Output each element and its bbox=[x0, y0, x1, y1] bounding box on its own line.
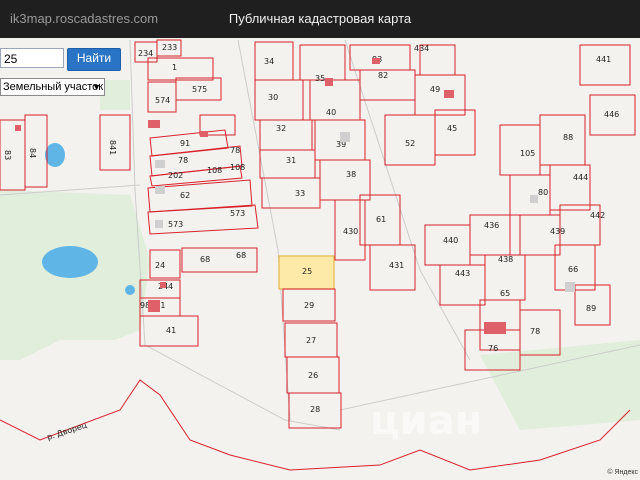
svg-text:27: 27 bbox=[306, 336, 316, 345]
svg-text:68: 68 bbox=[236, 251, 246, 260]
svg-text:83: 83 bbox=[3, 150, 12, 160]
chevron-down-icon: ▼ bbox=[92, 82, 101, 92]
svg-text:108: 108 bbox=[207, 166, 222, 175]
svg-text:78: 78 bbox=[230, 146, 240, 155]
svg-text:49: 49 bbox=[430, 85, 440, 94]
svg-text:440: 440 bbox=[443, 236, 458, 245]
svg-text:68: 68 bbox=[200, 255, 210, 264]
svg-text:233: 233 bbox=[162, 43, 177, 52]
svg-text:52: 52 bbox=[405, 139, 415, 148]
svg-text:28: 28 bbox=[310, 405, 320, 414]
svg-text:89: 89 bbox=[586, 304, 596, 313]
svg-text:105: 105 bbox=[520, 149, 535, 158]
svg-text:32: 32 bbox=[276, 124, 286, 133]
svg-text:573: 573 bbox=[168, 220, 183, 229]
browser-title-bar: ik3map.roscadastres.com Публичная кадаст… bbox=[0, 0, 640, 38]
cadastral-search-input[interactable]: 25 bbox=[0, 48, 64, 68]
svg-text:434: 434 bbox=[414, 44, 429, 53]
svg-text:78: 78 bbox=[178, 156, 188, 165]
svg-text:441: 441 bbox=[596, 55, 611, 64]
find-button[interactable]: Найти bbox=[67, 48, 121, 71]
map-attribution[interactable]: © Яндекс bbox=[607, 469, 638, 476]
svg-text:436: 436 bbox=[484, 221, 499, 230]
cadastral-map[interactable]: р. Дворец 234 233 1 574 575 91 78 78 202… bbox=[0, 38, 640, 480]
page-title: Публичная кадастровая карта bbox=[228, 11, 412, 26]
svg-text:438: 438 bbox=[498, 255, 513, 264]
svg-text:439: 439 bbox=[550, 227, 565, 236]
svg-text:31: 31 bbox=[286, 156, 296, 165]
svg-text:62: 62 bbox=[180, 191, 190, 200]
svg-text:82: 82 bbox=[378, 71, 388, 80]
watermark-text: циан bbox=[370, 398, 483, 444]
svg-text:65: 65 bbox=[500, 289, 510, 298]
svg-text:442: 442 bbox=[590, 211, 605, 220]
svg-text:34: 34 bbox=[264, 57, 274, 66]
svg-text:76: 76 bbox=[488, 344, 498, 353]
svg-text:88: 88 bbox=[563, 133, 573, 142]
svg-text:575: 575 bbox=[192, 85, 207, 94]
object-type-select[interactable]: Земельный участок ▼ bbox=[0, 78, 105, 96]
svg-text:33: 33 bbox=[295, 189, 305, 198]
svg-text:30: 30 bbox=[268, 93, 278, 102]
svg-text:444: 444 bbox=[573, 173, 588, 182]
svg-text:430: 430 bbox=[343, 227, 358, 236]
svg-text:26: 26 bbox=[308, 371, 318, 380]
svg-text:431: 431 bbox=[389, 261, 404, 270]
object-type-select-value: Земельный участок bbox=[3, 81, 104, 93]
svg-text:573: 573 bbox=[230, 209, 245, 218]
svg-text:446: 446 bbox=[604, 110, 619, 119]
svg-text:61: 61 bbox=[376, 215, 386, 224]
svg-text:24: 24 bbox=[155, 261, 165, 270]
svg-text:91: 91 bbox=[180, 139, 190, 148]
svg-text:108: 108 bbox=[230, 163, 245, 172]
selected-parcel-label: 25 bbox=[302, 267, 312, 276]
svg-text:1: 1 bbox=[172, 63, 177, 72]
svg-text:84: 84 bbox=[28, 148, 37, 158]
river-label: р. Дворец bbox=[46, 420, 89, 442]
svg-text:29: 29 bbox=[304, 301, 314, 310]
svg-text:38: 38 bbox=[346, 170, 356, 179]
svg-text:80: 80 bbox=[538, 188, 548, 197]
svg-text:45: 45 bbox=[447, 124, 457, 133]
svg-text:841: 841 bbox=[108, 140, 117, 155]
map-canvas[interactable]: р. Дворец 234 233 1 574 575 91 78 78 202… bbox=[0, 38, 640, 480]
svg-text:202: 202 bbox=[168, 171, 183, 180]
svg-text:66: 66 bbox=[568, 265, 578, 274]
svg-text:40: 40 bbox=[326, 108, 336, 117]
svg-text:443: 443 bbox=[455, 269, 470, 278]
svg-text:574: 574 bbox=[155, 96, 170, 105]
svg-text:234: 234 bbox=[138, 49, 153, 58]
svg-text:35: 35 bbox=[315, 74, 325, 83]
svg-text:41: 41 bbox=[166, 326, 176, 335]
svg-text:78: 78 bbox=[530, 327, 540, 336]
